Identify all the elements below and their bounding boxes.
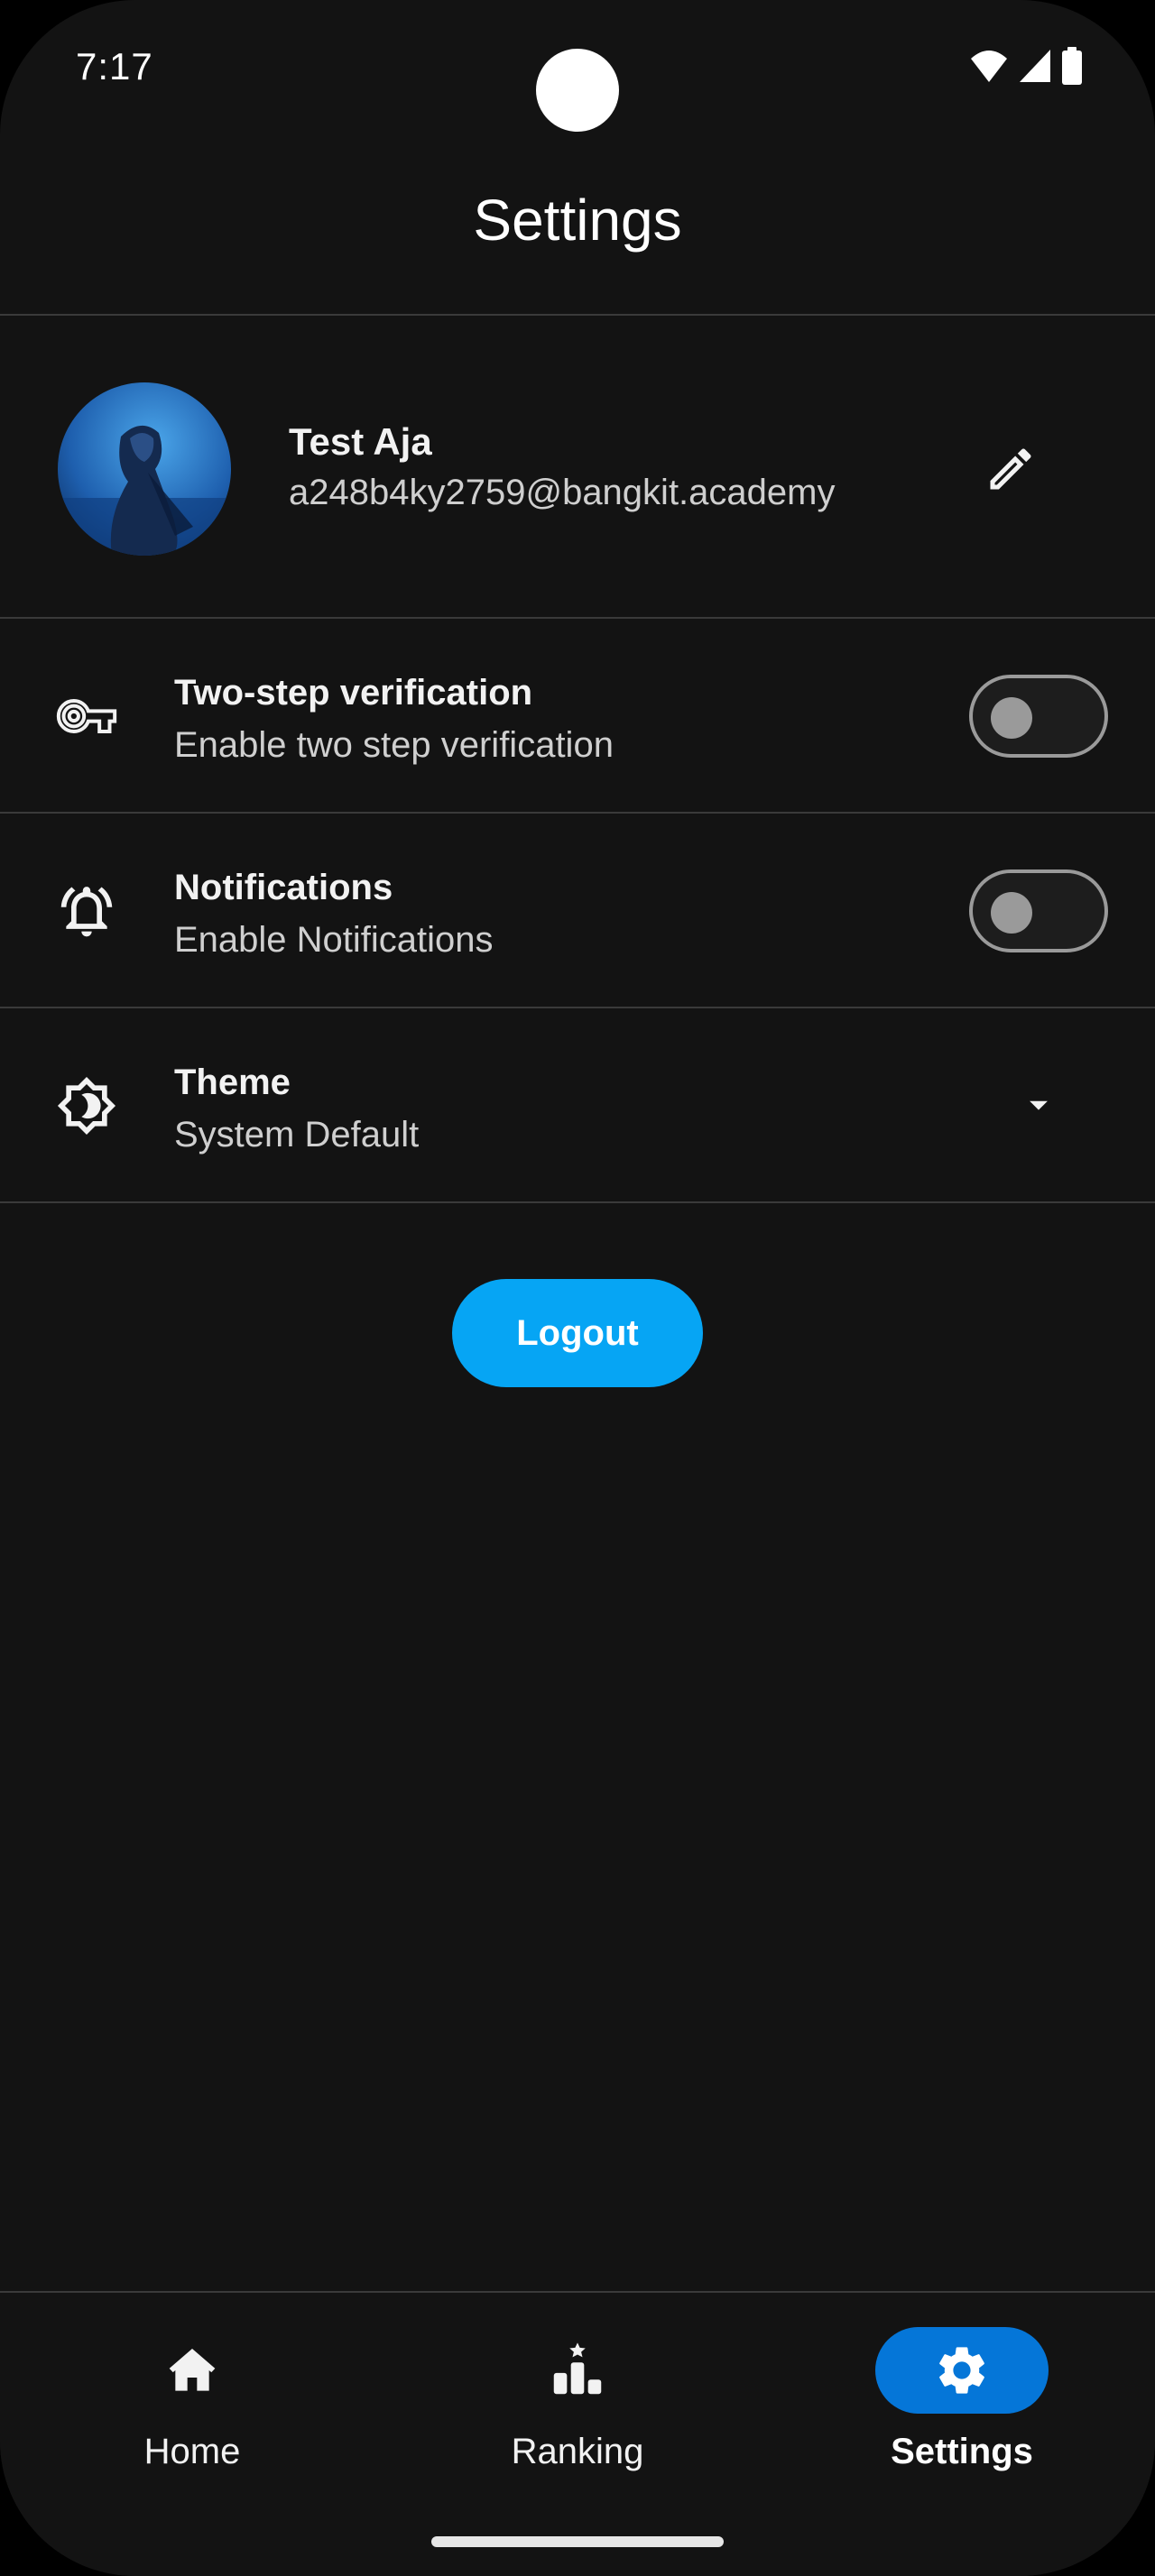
avatar-image (58, 382, 231, 556)
key-icon (54, 684, 119, 749)
battery-icon (1062, 47, 1082, 85)
page-title: Settings (473, 188, 682, 253)
front-camera (536, 49, 619, 132)
status-icons (969, 47, 1083, 85)
dropdown-arrow-icon[interactable] (1023, 1090, 1054, 1120)
nav-label-home: Home (143, 2432, 241, 2471)
profile-name: Test Aja (289, 420, 432, 463)
two-step-toggle[interactable] (969, 675, 1108, 758)
toggle-knob (991, 892, 1032, 934)
brightness-icon (54, 1073, 119, 1138)
notifications-toggle[interactable] (969, 869, 1108, 952)
nav-label-ranking: Ranking (511, 2432, 644, 2471)
bell-icon (54, 879, 119, 943)
top-app-bar: Settings (0, 171, 1155, 316)
two-step-subtitle: Enable two step verification (174, 725, 614, 765)
profile-email: a248b4ky2759@bangkit.academy (289, 473, 836, 512)
nav-pill-settings-active (875, 2327, 1049, 2414)
bottom-navigation: Home Ranking Settings (0, 2291, 1155, 2576)
profile-section: Test Aja a248b4ky2759@bangkit.academy (0, 316, 1155, 619)
theme-title: Theme (174, 1063, 291, 1102)
gear-icon (939, 2347, 984, 2394)
theme-selected-value: System Default (174, 1115, 420, 1155)
notifications-subtitle: Enable Notifications (174, 920, 494, 960)
theme-row[interactable]: Theme System Default (0, 1008, 1155, 1203)
nav-item-ranking[interactable]: Ranking (460, 2327, 695, 2507)
podium-icon (553, 2342, 602, 2395)
nav-item-settings[interactable]: Settings (845, 2327, 1079, 2507)
status-time: 7:17 (76, 45, 153, 87)
avatar (58, 382, 231, 556)
edit-profile-button[interactable] (975, 433, 1047, 505)
gesture-home-indicator[interactable] (431, 2536, 724, 2547)
status-bar: 7:17 (0, 0, 1155, 135)
logout-button[interactable]: Logout (452, 1279, 703, 1387)
wifi-icon (971, 51, 1007, 82)
nav-item-home[interactable]: Home (75, 2327, 310, 2507)
toggle-knob (991, 697, 1032, 739)
two-step-verification-row[interactable]: Two-step verification Enable two step ve… (0, 619, 1155, 814)
home-icon (169, 2349, 216, 2391)
nav-pill-ranking (491, 2327, 664, 2414)
notifications-title: Notifications (174, 868, 393, 907)
nav-pill-home (106, 2327, 279, 2414)
two-step-title: Two-step verification (174, 673, 533, 713)
app-screen: 7:17 Settings Test Aja a248b4ky2759@bang… (0, 0, 1155, 2576)
nav-label-settings: Settings (891, 2432, 1033, 2471)
cell-signal-icon (1020, 50, 1050, 82)
notifications-row[interactable]: Notifications Enable Notifications (0, 814, 1155, 1008)
pencil-icon (990, 448, 1031, 490)
